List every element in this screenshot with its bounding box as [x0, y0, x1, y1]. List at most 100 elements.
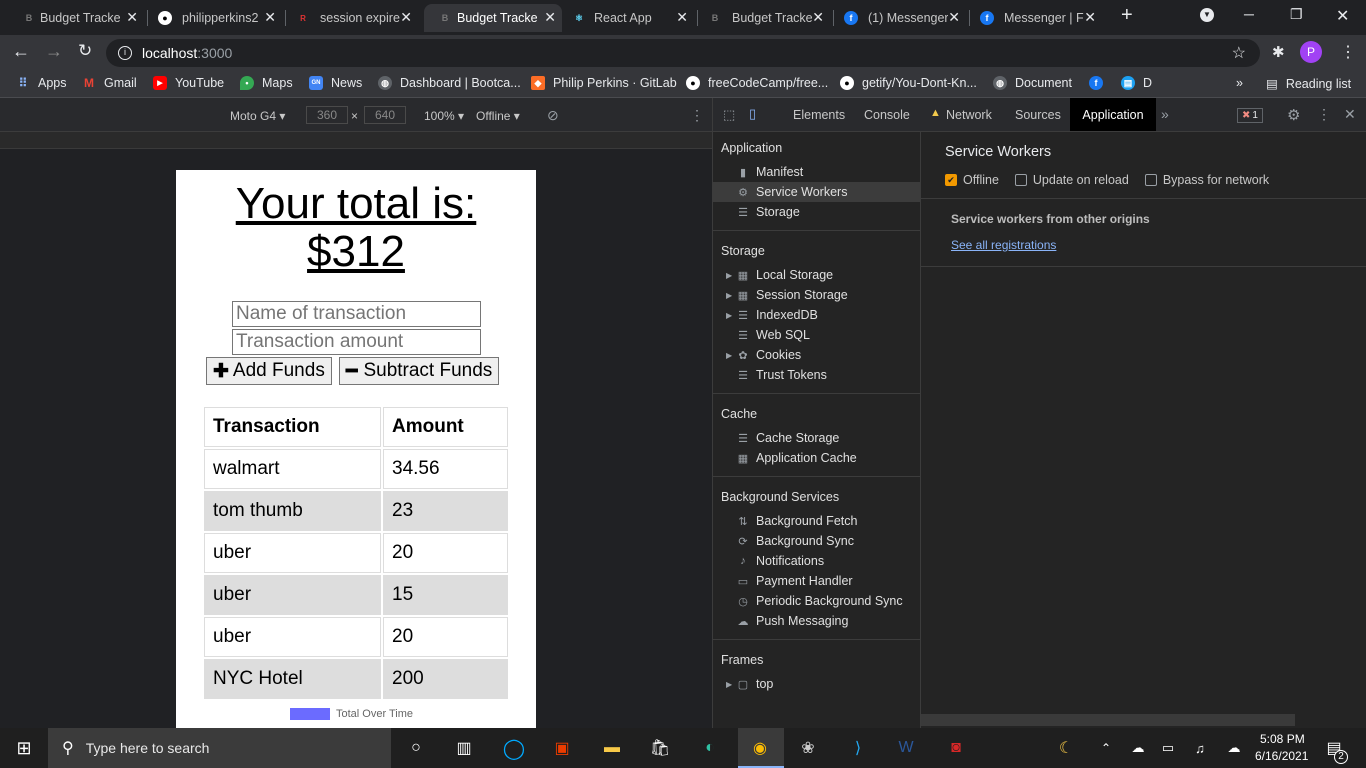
- reload-button[interactable]: ↻: [78, 41, 92, 61]
- close-icon[interactable]: ✕: [544, 9, 556, 26]
- maximize-button[interactable]: ❐: [1290, 6, 1303, 23]
- tab-network[interactable]: Network: [946, 108, 992, 122]
- profile-avatar[interactable]: P: [1300, 41, 1322, 63]
- bookmark-facebook[interactable]: f: [1089, 76, 1111, 90]
- tab-budget-tracker-1[interactable]: B Budget Tracke ✕: [16, 4, 144, 32]
- chevron-up-icon[interactable]: ⌃: [1094, 736, 1118, 760]
- close-icon[interactable]: ✕: [812, 9, 824, 26]
- sidebar-item-local-storage[interactable]: ▶ ▦ Local Storage: [726, 268, 833, 282]
- offline-checkbox[interactable]: ✔: [945, 174, 957, 186]
- clock-date[interactable]: 6/16/2021: [1255, 749, 1308, 763]
- close-icon[interactable]: ✕: [676, 9, 688, 26]
- office-icon[interactable]: ▣: [550, 736, 574, 760]
- bookmark-gmail[interactable]: M Gmail: [82, 76, 137, 90]
- throttle-select[interactable]: Offline ▾: [476, 109, 520, 123]
- chart-legend[interactable]: Total Over Time: [290, 708, 413, 720]
- bookmark-maps[interactable]: • Maps: [240, 76, 293, 90]
- network-icon[interactable]: ☁: [1126, 736, 1150, 760]
- sidebar-item-trust-tokens[interactable]: ☰ Trust Tokens: [737, 368, 827, 382]
- sidebar-item-cookies[interactable]: ▶ ✿ Cookies: [726, 348, 801, 362]
- close-icon[interactable]: ✕: [264, 9, 276, 26]
- tab-elements[interactable]: Elements: [793, 108, 845, 122]
- bookmark-document[interactable]: ◍ Document: [993, 76, 1072, 90]
- sidebar-item-indexeddb[interactable]: ▶ ☰ IndexedDB: [726, 308, 818, 322]
- battery-icon[interactable]: ▭: [1156, 736, 1180, 760]
- sidebar-item-push-messaging[interactable]: ☁ Push Messaging: [737, 614, 849, 628]
- bookmark-getify[interactable]: ● getify/You-Dont-Kn...: [840, 76, 977, 90]
- extensions-icon[interactable]: ✱: [1272, 43, 1285, 61]
- device-select[interactable]: Moto G4 ▾: [230, 109, 285, 123]
- see-all-registrations-link[interactable]: See all registrations: [951, 238, 1056, 252]
- close-icon[interactable]: ✕: [126, 9, 138, 26]
- file-explorer-icon[interactable]: ▬: [600, 736, 624, 760]
- minimize-button[interactable]: ─: [1244, 6, 1254, 22]
- close-icon[interactable]: ✕: [400, 9, 412, 26]
- address-bar[interactable]: i localhost:3000 ☆: [106, 39, 1260, 67]
- transaction-name-input[interactable]: Name of transaction: [232, 301, 481, 327]
- cortana-ring-icon[interactable]: ◯: [502, 736, 526, 760]
- tab-search-button[interactable]: ▼: [1200, 8, 1214, 22]
- tab-github[interactable]: ● philipperkins2 ✕: [152, 4, 282, 32]
- menu-icon[interactable]: ⋮: [1340, 42, 1356, 62]
- reading-list-button[interactable]: ▤ Reading list: [1266, 76, 1351, 92]
- taskbar-search-box[interactable]: ⚲ Type here to search: [48, 728, 391, 768]
- sidebar-item-background-fetch[interactable]: ⇅ Background Fetch: [737, 514, 857, 528]
- bookmarks-overflow-button[interactable]: »: [1236, 76, 1243, 90]
- tab-react-app[interactable]: ⚛ React App ✕: [566, 4, 694, 32]
- cortana-icon[interactable]: ○: [404, 736, 428, 760]
- close-window-button[interactable]: ✕: [1336, 6, 1349, 26]
- tab-session-expired[interactable]: Rsession expire ✕: [290, 4, 418, 32]
- sidebar-item-periodic-background-sync[interactable]: ◷ Periodic Background Sync: [737, 594, 902, 608]
- clock-time[interactable]: 5:08 PM: [1260, 732, 1305, 746]
- sidebar-item-application-cache[interactable]: ▦ Application Cache: [737, 451, 857, 465]
- settings-gear-icon[interactable]: ⚙: [1287, 106, 1300, 124]
- offline-option[interactable]: ✔ Offline Update on reload Bypass for net…: [945, 173, 1269, 187]
- add-funds-button[interactable]: ✚ Add Funds: [206, 357, 332, 385]
- sidebar-item-session-storage[interactable]: ▶ ▦ Session Storage: [726, 288, 848, 302]
- sidebar-item-notifications[interactable]: ♪ Notifications: [737, 554, 824, 568]
- word-icon[interactable]: W: [894, 736, 918, 760]
- tab-budget-tracker-active[interactable]: B Budget Tracke ✕: [424, 4, 562, 32]
- close-icon[interactable]: ✕: [948, 9, 960, 26]
- sidebar-item-web-sql[interactable]: ☰ Web SQL: [737, 328, 810, 342]
- sidebar-item-service-workers[interactable]: ⚙ Service Workers: [737, 185, 847, 199]
- sidebar-item-storage[interactable]: ☰ Storage: [737, 205, 800, 219]
- subtract-funds-button[interactable]: ━ Subtract Funds: [339, 357, 500, 385]
- onedrive-icon[interactable]: ☁: [1222, 736, 1246, 760]
- update-on-reload-checkbox[interactable]: [1014, 174, 1027, 186]
- inspect-element-icon[interactable]: ⬚: [723, 107, 735, 123]
- info-icon[interactable]: i: [118, 46, 132, 60]
- sidebar-item-cache-storage[interactable]: ☰ Cache Storage: [737, 431, 839, 445]
- vscode-icon[interactable]: ⟩: [846, 736, 870, 760]
- back-button[interactable]: ←: [12, 41, 30, 62]
- sidebar-item-background-sync[interactable]: ⟳ Background Sync: [737, 534, 854, 548]
- more-tabs-icon[interactable]: »: [1161, 106, 1169, 122]
- volume-icon[interactable]: ♫: [1188, 736, 1212, 760]
- width-input[interactable]: 360: [306, 106, 348, 124]
- transaction-amount-input[interactable]: Transaction amount: [232, 329, 481, 355]
- chrome-icon[interactable]: ◉: [748, 736, 772, 760]
- sidebar-item-manifest[interactable]: ▮ Manifest: [737, 165, 803, 179]
- bookmark-youtube[interactable]: ▶ YouTube: [153, 76, 224, 90]
- more-options-icon[interactable]: ⋮: [690, 107, 704, 124]
- windows-start-icon[interactable]: ⊞: [12, 736, 36, 760]
- close-devtools-icon[interactable]: ✕: [1344, 106, 1356, 123]
- tab-console[interactable]: Console: [864, 108, 910, 122]
- security-app-icon[interactable]: ◙: [944, 736, 968, 760]
- bookmark-freecodecamp[interactable]: ● freeCodeCamp/free...: [686, 76, 828, 90]
- forward-button[interactable]: →: [45, 41, 63, 62]
- bookmark-d[interactable]: ▤ D: [1121, 76, 1152, 90]
- bookmark-gitlab[interactable]: ◆ Philip Perkins · GitLab: [531, 76, 677, 90]
- zoom-select[interactable]: 100% ▾: [424, 109, 464, 123]
- device-toggle-icon[interactable]: ▯: [749, 106, 756, 122]
- store-icon[interactable]: 🛍: [648, 736, 672, 760]
- bookmark-apps[interactable]: ⠿ Apps: [16, 76, 67, 90]
- task-view-icon[interactable]: ▥: [452, 736, 476, 760]
- sidebar-item-payment-handler[interactable]: ▭ Payment Handler: [737, 574, 853, 588]
- tab-messenger-1[interactable]: f (1) Messenger ✕: [838, 4, 966, 32]
- devtools-menu-icon[interactable]: ⋮: [1317, 106, 1331, 123]
- tab-budget-tracker-3[interactable]: B Budget Tracke ✕: [702, 4, 830, 32]
- close-icon[interactable]: ✕: [1084, 9, 1096, 26]
- bookmark-dashboard[interactable]: ◍ Dashboard | Bootca...: [378, 76, 521, 90]
- bookmark-news[interactable]: GN News: [309, 76, 362, 90]
